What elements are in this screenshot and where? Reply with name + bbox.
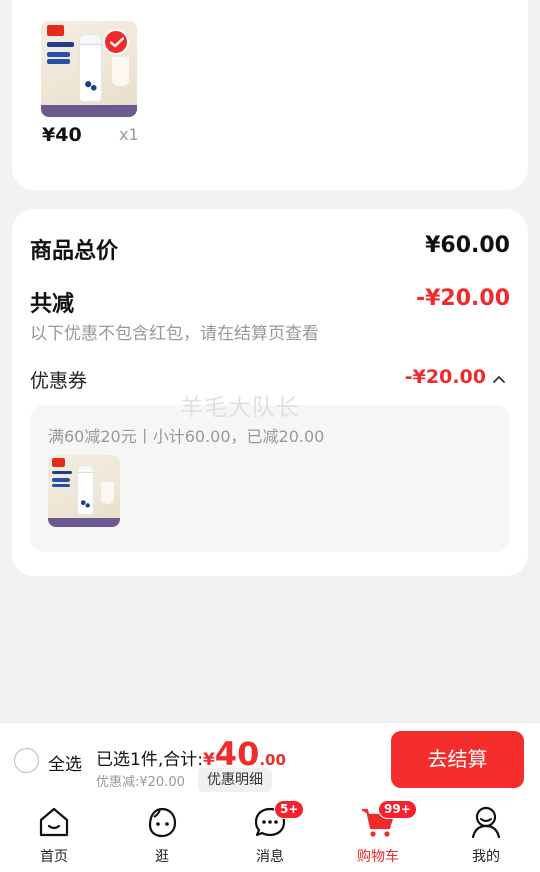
shelf-image [41, 105, 137, 117]
cart-badge: 99+ [378, 800, 417, 819]
discount-text: 优惠减:¥20.00 [96, 775, 185, 790]
profile-icon [432, 805, 540, 841]
tab-cart[interactable]: 99+ 购物车 [324, 800, 432, 866]
chevron-up-icon[interactable] [492, 370, 506, 389]
reduction-value: -¥20.00 [415, 286, 510, 311]
coupon-value: -¥20.00 [404, 366, 486, 388]
product-text-stripe [46, 59, 70, 65]
tab-home[interactable]: 首页 [0, 805, 108, 866]
tab-label: 购物车 [357, 849, 399, 865]
bottom-tab-bar: 首页 逛 5+ 消息 99+ 购物车 我的 [0, 797, 540, 872]
tab-browse[interactable]: 逛 [108, 805, 216, 866]
total-value: ¥60.00 [425, 233, 510, 258]
home-icon [0, 805, 108, 841]
cup-image [112, 57, 130, 87]
watermark: 羊毛大队长 [180, 395, 300, 421]
selected-total: 已选1件,合计:¥40.00 [96, 735, 286, 773]
message-icon: 5+ [216, 800, 324, 841]
discount-detail-button[interactable]: 优惠明细 [198, 768, 272, 792]
select-all-label[interactable]: 全选 [48, 750, 82, 775]
coupon-label: 优惠券 [30, 370, 88, 392]
item-quantity: x1 [119, 125, 139, 144]
reduction-note: 以下优惠不包含红包，请在结算页查看 [30, 324, 319, 344]
item-price: ¥40 [42, 124, 82, 146]
reduction-label: 共减 [30, 292, 75, 317]
total-decimal: .00 [259, 751, 286, 769]
product-text-stripe [46, 42, 74, 47]
product-text-stripe [46, 51, 70, 57]
coupon-detail-text: 满60减20元丨小计60.00，已减20.00 [48, 427, 325, 446]
cart-icon: 99+ [324, 800, 432, 841]
select-all-radio[interactable] [14, 748, 39, 773]
total-currency: ¥ [202, 750, 215, 770]
brand-tag [46, 24, 65, 37]
selected-total-prefix: 已选1件,合计: [96, 750, 203, 770]
tab-label: 消息 [256, 849, 284, 865]
tab-label: 逛 [155, 849, 169, 865]
coupon-product-thumbnail [48, 455, 120, 527]
browse-icon [108, 805, 216, 841]
bottle-image [79, 34, 103, 102]
checkout-bar: 全选 已选1件,合计:¥40.00 优惠减:¥20.00 优惠明细 去结算 [0, 722, 540, 797]
selected-check-icon[interactable] [103, 29, 129, 55]
checkout-button[interactable]: 去结算 [391, 731, 524, 788]
tab-profile[interactable]: 我的 [432, 805, 540, 866]
coupon-detail-box: 满60减20元丨小计60.00，已减20.00 [30, 405, 510, 552]
tab-messages[interactable]: 5+ 消息 [216, 800, 324, 866]
product-thumbnail[interactable] [41, 21, 137, 117]
selected-items-card: ¥40 x1 [12, 0, 528, 190]
tab-label: 我的 [472, 849, 500, 865]
message-badge: 5+ [274, 800, 305, 819]
tab-label: 首页 [40, 849, 68, 865]
total-label: 商品总价 [30, 239, 119, 264]
